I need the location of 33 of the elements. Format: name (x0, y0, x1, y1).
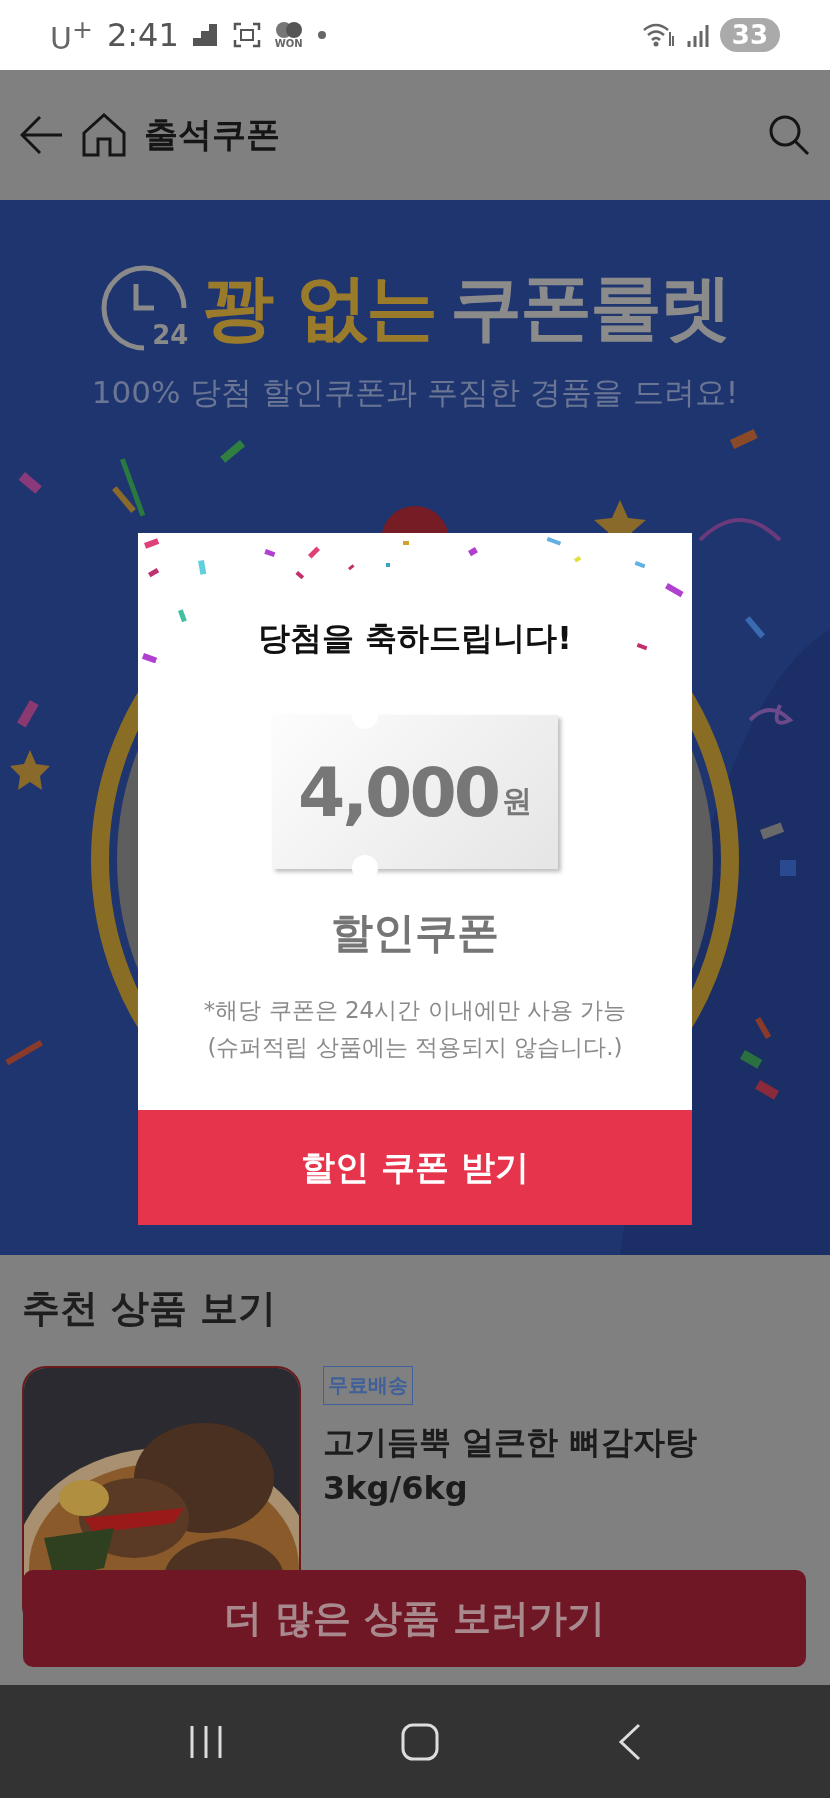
screenshot-icon (232, 22, 261, 48)
banner-title: 쿠폰룰렛 (449, 264, 730, 351)
coins-icon (274, 21, 303, 39)
product-title[interactable]: 고기듬뿍 얼큰한 뼈감자탕 3kg/6kg (323, 1419, 763, 1512)
get-coupon-button[interactable]: 할인 쿠폰 받기 (138, 1110, 692, 1225)
recent-apps-button[interactable] (189, 1723, 223, 1760)
dot-icon (316, 30, 327, 40)
search-button[interactable] (768, 114, 810, 156)
home-button[interactable] (82, 113, 126, 157)
signal-icon (685, 23, 710, 47)
more-products-button[interactable]: 더 많은 상품 보러가기 (23, 1570, 806, 1667)
clock-time: 2:41 (106, 16, 179, 54)
currency-unit: 원 (502, 781, 533, 820)
home-nav-button[interactable] (401, 1722, 439, 1761)
coupon-note: *해당 쿠폰은 24시간 이내에만 사용 가능 (203, 996, 627, 1025)
dialog-title: 당첨을 축하드립니다! (258, 618, 572, 659)
back-nav-button[interactable] (617, 1722, 641, 1761)
coupon-label: 할인쿠폰 (331, 907, 499, 959)
clock-label: 24 (152, 320, 189, 350)
page-title: 출석쿠폰 (144, 113, 280, 156)
stairs-icon (192, 24, 219, 46)
wifi-icon (641, 22, 676, 48)
banner-subtitle: 100% 당첨 할인쿠폰과 푸짐한 경품을 드려요! (91, 373, 739, 412)
app-label: WON (274, 39, 303, 49)
section-heading: 추천 상품 보기 (22, 1285, 278, 1332)
free-shipping-tag: 무료배송 (323, 1366, 413, 1405)
clock-icon (100, 264, 189, 352)
battery-indicator: 33 (719, 18, 780, 52)
coupon-amount: 4,000 (297, 752, 499, 832)
banner-title: 꽝 없는 (202, 264, 436, 351)
coupon-note: (슈퍼적립 상품에는 적용되지 않습니다.) (207, 1033, 623, 1062)
back-button[interactable] (20, 115, 64, 155)
carrier-label: U$^{+}$ (50, 14, 93, 56)
